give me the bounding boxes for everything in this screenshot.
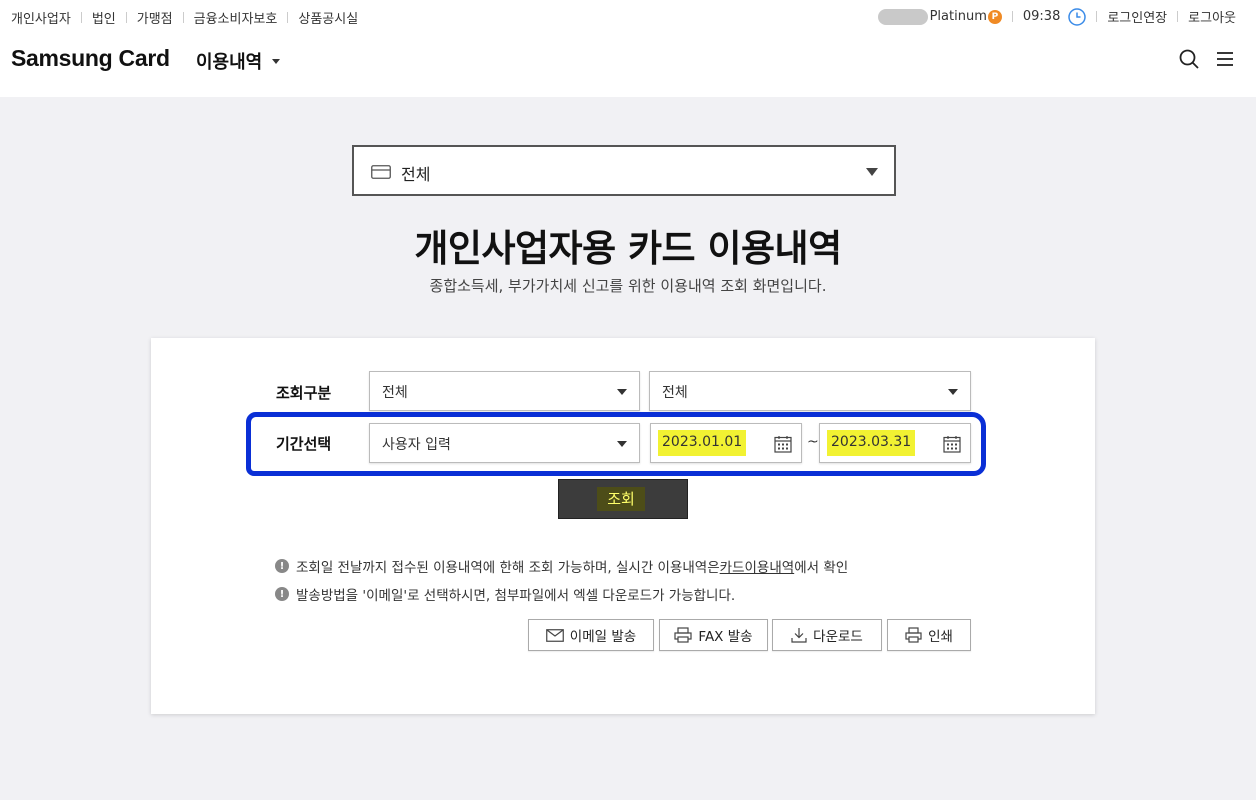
- divider: [125, 12, 127, 23]
- link-product-disclosure[interactable]: 상품공시실: [298, 8, 358, 27]
- notice-1: ! 조회일 전날까지 접수된 이용내역에 한해 조회 가능하며, 실시간 이용내…: [275, 556, 848, 576]
- user-status: Platinum P 09:38 로그인연장 로그아웃: [877, 7, 1236, 26]
- caret-down-icon: [272, 58, 281, 64]
- card-selector-dropdown[interactable]: 전체: [352, 145, 896, 196]
- fax-send-button[interactable]: FAX 발송: [659, 619, 768, 651]
- notice-2: ! 발송방법을 '이메일'로 선택하시면, 첨부파일에서 엑셀 다운로드가 가능…: [275, 584, 735, 604]
- extend-login-link[interactable]: 로그인연장: [1107, 7, 1167, 26]
- card-selector-value: 전체: [401, 165, 431, 184]
- card-usage-link[interactable]: 카드이용내역: [720, 556, 795, 576]
- divider: [182, 12, 184, 23]
- info-icon: !: [275, 587, 289, 601]
- email-send-button[interactable]: 이메일 발송: [528, 619, 654, 651]
- menu-title-label: 이용내역: [196, 52, 263, 73]
- divider: [1096, 11, 1098, 22]
- inquiry-panel: 조회구분 전체 전체 기간선택 사용자 입력 2023.01.01 ~ 2023…: [151, 338, 1095, 714]
- link-consumer-protection[interactable]: 금융소비자보호: [194, 8, 278, 27]
- notice-1-suffix: 에서 확인: [794, 560, 849, 576]
- inquiry-type-select-2[interactable]: 전체: [649, 371, 971, 411]
- top-links: 개인사업자 법인 가맹점 금융소비자보호 상품공시실: [11, 8, 358, 27]
- download-label: 다운로드: [813, 629, 863, 645]
- dropdown-arrow-icon: [948, 389, 958, 395]
- session-time: 09:38: [1022, 9, 1061, 24]
- divider: [80, 12, 82, 23]
- link-individual-business[interactable]: 개인사업자: [11, 8, 71, 27]
- inquiry-type-label: 조회구분: [276, 384, 332, 402]
- blurred-user-name: [877, 8, 928, 25]
- logout-link[interactable]: 로그아웃: [1188, 7, 1236, 26]
- page-title: 개인사업자용 카드 이용내역: [414, 227, 842, 270]
- grade-badge: P: [987, 9, 1002, 24]
- divider: [1177, 11, 1179, 22]
- page-subtitle: 종합소득세, 부가가치세 신고를 위한 이용내역 조회 화면입니다.: [429, 277, 827, 295]
- print-button[interactable]: 인쇄: [887, 619, 971, 651]
- info-icon: !: [275, 559, 289, 573]
- samsung-card-logo[interactable]: Samsung Card: [11, 45, 170, 72]
- inquiry-type-2-value: 전체: [662, 385, 688, 401]
- download-button[interactable]: 다운로드: [772, 619, 882, 651]
- credit-card-icon: [371, 164, 391, 183]
- notice-1-prefix: 조회일 전날까지 접수된 이용내역에 한해 조회 가능하며, 실시간 이용내역은: [296, 560, 720, 576]
- link-merchant[interactable]: 가맹점: [137, 8, 173, 27]
- hamburger-menu-icon[interactable]: [1214, 48, 1236, 70]
- main-header: Samsung Card 이용내역: [0, 32, 1256, 97]
- search-button[interactable]: 조회: [558, 479, 688, 519]
- link-corporate[interactable]: 법인: [92, 8, 116, 27]
- printer-icon: [905, 627, 922, 643]
- divider: [287, 12, 289, 23]
- envelope-icon: [545, 628, 564, 642]
- clock-icon: [1068, 7, 1087, 26]
- top-utility-bar: 개인사업자 법인 가맹점 금융소비자보호 상품공시실 Platinum P 09…: [0, 0, 1256, 32]
- search-button-label: 조회: [597, 487, 645, 511]
- inquiry-type-1-value: 전체: [382, 385, 408, 401]
- blue-annotation-outline: [246, 412, 986, 476]
- menu-title-dropdown[interactable]: 이용내역: [196, 48, 281, 74]
- dropdown-arrow-icon: [866, 168, 878, 176]
- inquiry-type-select-1[interactable]: 전체: [369, 371, 640, 411]
- download-icon: [791, 628, 807, 643]
- fax-send-label: FAX 발송: [698, 629, 753, 645]
- dropdown-arrow-icon: [617, 389, 627, 395]
- fax-icon: [674, 627, 693, 643]
- print-label: 인쇄: [928, 629, 953, 645]
- notice-2-text: 발송방법을 '이메일'로 선택하시면, 첨부파일에서 엑셀 다운로드가 가능합니…: [296, 588, 736, 604]
- grade-label: Platinum: [929, 9, 987, 24]
- search-icon[interactable]: [1178, 48, 1200, 70]
- divider: [1011, 11, 1013, 22]
- email-send-label: 이메일 발송: [569, 629, 637, 645]
